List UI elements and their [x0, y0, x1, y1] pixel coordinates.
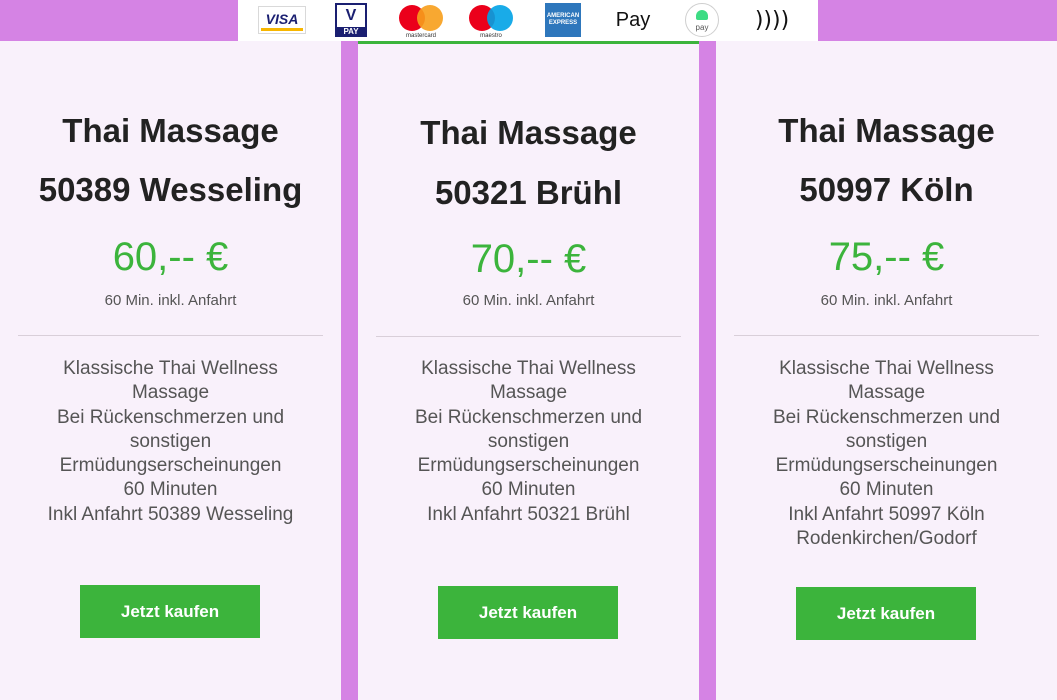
- contactless-icon: )))): [754, 7, 790, 33]
- vpay-icon: V PAY: [334, 3, 368, 37]
- divider: [734, 335, 1039, 336]
- card-title: Thai Massage: [420, 114, 637, 151]
- card-title: Thai Massage: [62, 112, 279, 149]
- buy-button-wesseling[interactable]: Jetzt kaufen: [80, 585, 260, 638]
- buy-button-bruehl[interactable]: Jetzt kaufen: [438, 586, 618, 639]
- card-description: Klassische Thai Wellness Massage Bei Rüc…: [47, 358, 294, 525]
- apple-pay-icon: Pay: [615, 8, 651, 31]
- android-pay-icon: pay: [684, 3, 720, 37]
- card-price: 70,-- €: [470, 237, 587, 281]
- card-price: 60,-- €: [112, 235, 229, 279]
- american-express-icon: AMERICAN EXPRESS: [544, 3, 582, 37]
- mastercard-icon: mastercard: [396, 3, 446, 39]
- divider: [18, 335, 323, 336]
- pricing-card-koeln: Thai Massage 50997 Köln 75,-- € 60 Min. …: [716, 41, 1057, 700]
- visa-icon: VISA: [258, 3, 306, 37]
- pricing-card-wesseling: Thai Massage 50389 Wesseling 60,-- € 60 …: [0, 41, 341, 700]
- card-description: Klassische Thai Wellness Massage Bei Rüc…: [414, 358, 643, 525]
- card-price-note: 60 Min. inkl. Anfahrt: [820, 292, 953, 309]
- card-title: Thai Massage: [778, 112, 995, 149]
- divider: [376, 336, 681, 337]
- buy-button-koeln[interactable]: Jetzt kaufen: [796, 587, 976, 640]
- payment-methods-bar: VISA V PAY mastercard maestro AMERICAN EX…: [238, 0, 818, 41]
- card-price-note: 60 Min. inkl. Anfahrt: [462, 292, 595, 309]
- card-location: 50997 Köln: [799, 171, 974, 208]
- card-price: 75,-- €: [828, 235, 945, 279]
- card-location: 50389 Wesseling: [38, 171, 303, 208]
- card-location: 50321 Brühl: [434, 174, 623, 211]
- card-description: Klassische Thai Wellness Massage Bei Rüc…: [772, 358, 1001, 550]
- pricing-card-bruehl: Thai Massage 50321 Brühl 70,-- € 60 Min.…: [358, 41, 699, 700]
- maestro-icon: maestro: [466, 3, 516, 39]
- card-price-note: 60 Min. inkl. Anfahrt: [104, 292, 237, 309]
